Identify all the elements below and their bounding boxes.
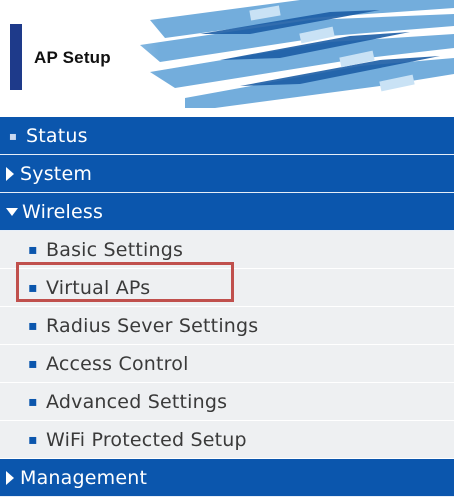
bullet-icon: ▪ [28,393,38,410]
expand-arrow-icon [6,470,14,485]
submenu-item-access-control[interactable]: ▪ Access Control [0,345,454,383]
collapse-arrow-icon [6,207,18,216]
bullet-icon: ▪ [28,241,38,258]
submenu-item-radius-server-settings[interactable]: ▪ Radius Sever Settings [0,307,454,345]
menu-item-wireless-label: Wireless [22,200,104,223]
bullet-icon: ▪ [28,317,38,334]
bullet-icon: ▪ [28,355,38,372]
submenu-item-label: Radius Sever Settings [46,314,259,337]
menu-item-status[interactable]: ▪ Status [0,117,454,155]
selection-highlight-box [16,262,234,302]
bullet-icon: ▪ [8,128,18,143]
menu-item-system-label: System [20,162,93,185]
navigation-menu: ▪ Status System Wireless ▪ Basic Setting… [0,117,454,497]
menu-item-system[interactable]: System [0,155,454,193]
bullet-icon: ▪ [28,431,38,448]
menu-item-management[interactable]: Management [0,459,454,497]
submenu-item-label: WiFi Protected Setup [46,428,247,451]
menu-item-management-label: Management [20,466,148,489]
expand-arrow-icon [6,166,14,181]
app-title: AP Setup [34,48,111,67]
submenu-item-label: Basic Settings [46,238,184,261]
menu-item-wireless[interactable]: Wireless [0,193,454,231]
submenu-item-label: Access Control [46,352,189,375]
header-accent-bar [10,24,22,90]
app-header: AP Setup [0,0,454,108]
submenu-item-label: Advanced Settings [46,390,228,413]
submenu-item-wifi-protected-setup[interactable]: ▪ WiFi Protected Setup [0,421,454,459]
menu-item-status-label: Status [26,124,88,147]
submenu-item-advanced-settings[interactable]: ▪ Advanced Settings [0,383,454,421]
